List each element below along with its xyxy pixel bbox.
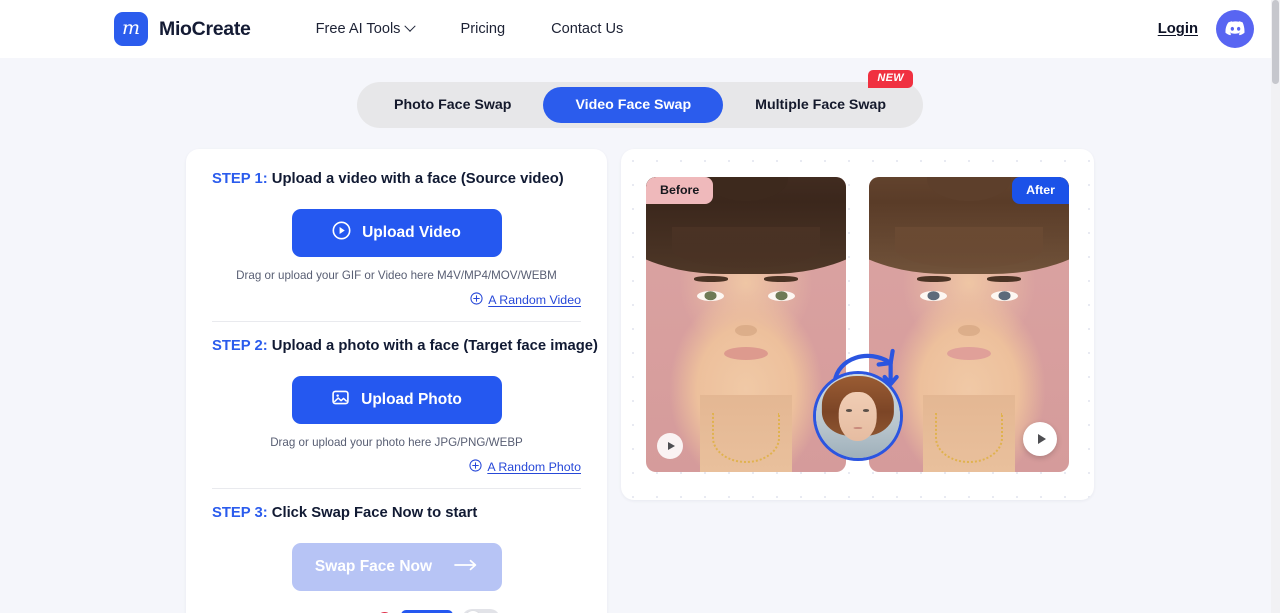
step-1-text: Upload a video with a face (Source video… bbox=[267, 171, 564, 187]
quality-settings-row: High quality ! 1080P bbox=[212, 609, 581, 613]
before-nose bbox=[735, 324, 757, 337]
step-3-number: STEP 3: bbox=[212, 505, 268, 521]
tab-multiple-face-swap[interactable]: Multiple Face Swap NEW bbox=[723, 70, 918, 123]
step-2-upload-photo: STEP 2: Upload a photo with a face (Targ… bbox=[212, 338, 598, 475]
step-1-upload-video: STEP 1: Upload a video with a face (Sour… bbox=[212, 171, 581, 308]
nav-item-free-ai-tools[interactable]: Free AI Tools bbox=[315, 20, 417, 37]
before-eye-left bbox=[697, 290, 724, 301]
step-3-text: Click Swap Face Now to start bbox=[267, 505, 478, 521]
plus-circle-icon bbox=[470, 292, 483, 308]
play-circle-icon bbox=[332, 221, 351, 245]
header-actions: Login bbox=[1158, 10, 1254, 48]
random-photo-label: A Random Photo bbox=[487, 460, 581, 474]
swap-face-now-label: Swap Face Now bbox=[314, 558, 433, 575]
after-nose bbox=[958, 324, 980, 337]
before-eye-right bbox=[768, 290, 795, 301]
nav-item-contact-us[interactable]: Contact Us bbox=[551, 21, 623, 37]
upload-photo-button[interactable]: Upload Photo bbox=[291, 376, 502, 424]
mode-tabs-container: Photo Face Swap Video Face Swap Multiple… bbox=[0, 70, 1280, 128]
step-1-hint: Drag or upload your GIF or Video here M4… bbox=[236, 269, 557, 282]
step-2-button-row: Upload Photo bbox=[212, 376, 581, 424]
before-eyebrow-left bbox=[694, 275, 728, 282]
arrow-right-icon bbox=[454, 558, 478, 576]
new-badge: NEW bbox=[868, 70, 913, 88]
site-header: m MioCreate Free AI Tools Pricing Contac… bbox=[0, 0, 1280, 58]
step-1-random-row: A Random Video bbox=[212, 292, 581, 308]
chevron-down-icon bbox=[404, 20, 417, 32]
random-video-link[interactable]: A Random Video bbox=[470, 292, 581, 308]
before-play-button[interactable] bbox=[657, 433, 683, 459]
play-icon bbox=[1037, 434, 1046, 444]
before-necklace bbox=[712, 413, 780, 464]
before-eyebrow-right bbox=[764, 275, 798, 282]
tab-photo-face-swap[interactable]: Photo Face Swap bbox=[362, 87, 543, 123]
random-photo-link[interactable]: A Random Photo bbox=[469, 459, 581, 475]
step-3-title: STEP 3: Click Swap Face Now to start bbox=[212, 505, 581, 521]
login-button[interactable]: Login bbox=[1158, 21, 1198, 37]
after-badge: After bbox=[1012, 177, 1069, 204]
after-lips bbox=[947, 346, 991, 360]
plus-circle-icon bbox=[469, 459, 482, 475]
after-eye-right bbox=[991, 290, 1018, 301]
after-necklace bbox=[935, 413, 1003, 464]
upload-video-label: Upload Video bbox=[362, 224, 461, 241]
mode-tabs: Photo Face Swap Video Face Swap Multiple… bbox=[357, 70, 923, 128]
step-2-number: STEP 2: bbox=[212, 338, 268, 354]
before-bangs bbox=[672, 227, 820, 269]
discord-icon[interactable] bbox=[1216, 10, 1254, 48]
main-nav: Free AI Tools Pricing Contact Us bbox=[315, 20, 623, 37]
after-eye-left bbox=[920, 290, 947, 301]
miocreate-logo-icon: m bbox=[114, 12, 148, 46]
step-2-random-row: A Random Photo bbox=[212, 459, 581, 475]
logo-letter: m bbox=[121, 16, 141, 39]
divider-2 bbox=[212, 488, 581, 489]
main-content: STEP 1: Upload a video with a face (Sour… bbox=[0, 149, 1280, 613]
brand-name: MioCreate bbox=[159, 17, 251, 40]
step-3-button-row: Swap Face Now bbox=[212, 543, 581, 591]
step-3-swap: STEP 3: Click Swap Face Now to start Swa… bbox=[212, 505, 581, 613]
nav-item-pricing[interactable]: Pricing bbox=[460, 21, 505, 37]
step-2-title: STEP 2: Upload a photo with a face (Targ… bbox=[212, 338, 598, 354]
step-1-title: STEP 1: Upload a video with a face (Sour… bbox=[212, 171, 581, 187]
after-play-button[interactable] bbox=[1023, 422, 1057, 456]
step-2-text: Upload a photo with a face (Target face … bbox=[267, 338, 598, 354]
before-lips bbox=[724, 346, 768, 360]
brand-logo[interactable]: m MioCreate bbox=[114, 12, 251, 46]
before-badge: Before bbox=[646, 177, 714, 204]
tab-video-face-swap[interactable]: Video Face Swap bbox=[543, 87, 724, 123]
scrollbar-thumb[interactable] bbox=[1272, 0, 1279, 84]
page-scrollbar[interactable] bbox=[1271, 0, 1280, 613]
after-eyebrow-right bbox=[987, 275, 1021, 282]
random-video-label: A Random Video bbox=[488, 293, 581, 307]
face-thumbnail-face bbox=[838, 392, 877, 442]
upload-video-button[interactable]: Upload Video bbox=[291, 209, 502, 257]
play-icon bbox=[668, 442, 675, 450]
tab-label: Multiple Face Swap bbox=[755, 97, 886, 113]
upload-photo-label: Upload Photo bbox=[361, 391, 462, 408]
face-thumbnail-lips bbox=[852, 426, 863, 430]
high-quality-toggle[interactable] bbox=[462, 609, 501, 613]
preview-panel: Before After bbox=[621, 149, 1094, 500]
after-bangs bbox=[895, 227, 1043, 269]
face-thumbnail[interactable] bbox=[812, 371, 903, 461]
face-swap-form-panel: STEP 1: Upload a video with a face (Sour… bbox=[186, 149, 607, 613]
step-1-number: STEP 1: bbox=[212, 171, 268, 187]
resolution-badge: 1080P bbox=[401, 609, 454, 613]
image-icon bbox=[331, 388, 350, 412]
divider-1 bbox=[212, 321, 581, 322]
after-eyebrow-left bbox=[917, 275, 951, 282]
step-1-button-row: Upload Video bbox=[212, 209, 581, 257]
swap-face-now-button[interactable]: Swap Face Now bbox=[291, 543, 502, 591]
nav-item-label: Free AI Tools bbox=[315, 21, 401, 37]
step-2-hint: Drag or upload your photo here JPG/PNG/W… bbox=[270, 436, 523, 449]
